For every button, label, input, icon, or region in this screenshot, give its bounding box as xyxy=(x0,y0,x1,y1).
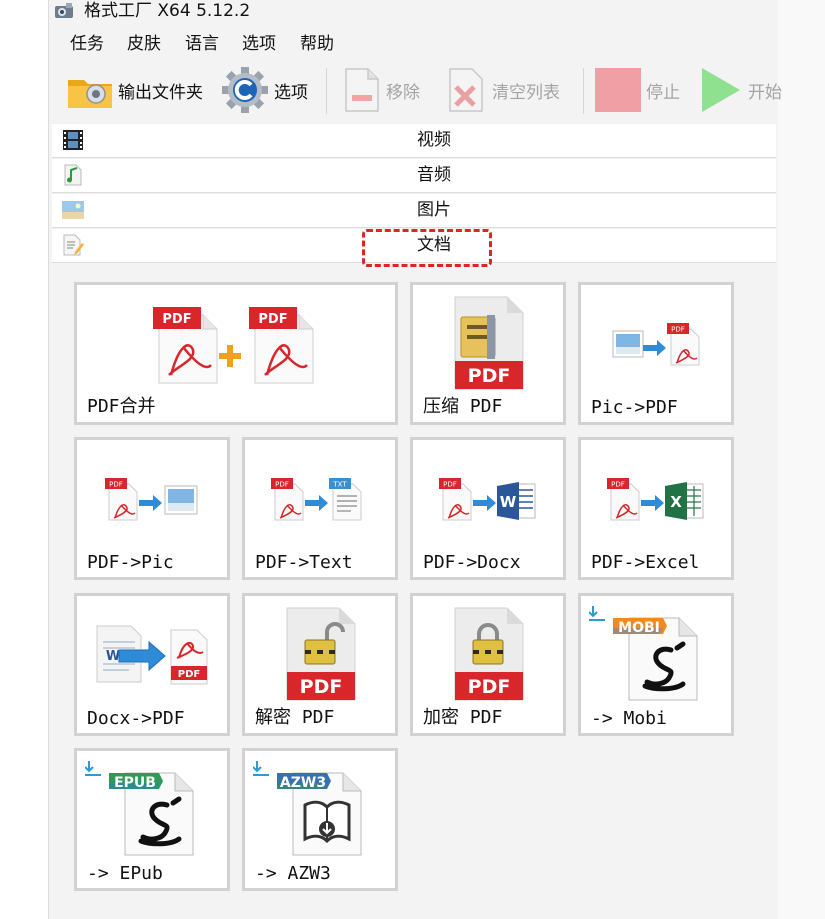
tile-pdf-to-excel[interactable]: PDF X PDF->Excel xyxy=(578,437,734,580)
tile-compress-pdf-label: 压缩 PDF xyxy=(423,396,503,417)
category-audio[interactable]: 音频 xyxy=(52,158,776,193)
background-pane xyxy=(778,0,825,919)
stop-button[interactable]: 停止 xyxy=(594,62,680,118)
options-button[interactable]: 选项 xyxy=(220,62,308,118)
pdf-badge-text: PDF xyxy=(671,326,685,334)
pdf-to-excel-icon: PDF X xyxy=(607,478,704,521)
azw3-badge-text: AZW3 xyxy=(280,775,326,791)
remove-label: 移除 xyxy=(386,82,420,103)
folder-icon xyxy=(68,80,112,108)
tile-pdf-to-pic-label: PDF->Pic xyxy=(87,552,174,573)
category-audio-label: 音频 xyxy=(417,165,451,185)
tile-to-epub-label: -> EPub xyxy=(87,863,163,884)
tile-compress-pdf[interactable]: PDF 压缩 PDF xyxy=(410,282,566,425)
start-play-icon xyxy=(702,68,740,112)
pic-to-pdf-icon: PDF xyxy=(612,323,700,366)
pdf-badge-text: PDF xyxy=(258,312,287,327)
mobi-badge-text: MOBI xyxy=(618,620,660,636)
category-image[interactable]: 图片 xyxy=(52,193,776,228)
epub-ebook-icon: EPUB xyxy=(85,761,194,856)
tile-to-mobi-label: -> Mobi xyxy=(591,708,667,729)
pdf-label-text: PDF xyxy=(468,676,511,698)
menu-task[interactable]: 任务 xyxy=(70,30,104,58)
excel-letter: X xyxy=(670,493,682,511)
tile-decrypt-pdf[interactable]: PDF 解密 PDF xyxy=(242,593,398,736)
toolbar: 输出文件夹 选项 移除 清空列表 停止 开始 xyxy=(48,62,782,118)
menu-skin[interactable]: 皮肤 xyxy=(127,30,161,58)
pdf-badge-text: PDF xyxy=(109,481,123,489)
tile-pdf-to-text[interactable]: PDF TXT PDF->Text xyxy=(242,437,398,580)
clear-list-label: 清空列表 xyxy=(492,82,560,103)
tile-pdf-to-docx-label: PDF->Docx xyxy=(423,552,521,573)
tile-pic-to-pdf[interactable]: PDF Pic->PDF xyxy=(578,282,734,425)
pdf-badge-text: PDF xyxy=(443,481,457,489)
pdf-label-text: PDF xyxy=(300,676,343,698)
tile-encrypt-pdf[interactable]: PDF 加密 PDF xyxy=(410,593,566,736)
output-folder-label: 输出文件夹 xyxy=(118,82,203,103)
tile-pdf-merge[interactable]: PDF PDF PDF合并 xyxy=(74,282,398,425)
category-image-label: 图片 xyxy=(417,200,451,220)
stop-label: 停止 xyxy=(646,82,680,103)
remove-doc-icon xyxy=(345,68,379,112)
tile-pdf-to-docx[interactable]: PDF W PDF->Docx xyxy=(410,437,566,580)
start-button[interactable]: 开始 xyxy=(698,62,782,118)
pdf-badge-text: PDF xyxy=(611,481,625,489)
remove-button[interactable]: 移除 xyxy=(342,62,420,118)
output-folder-button[interactable]: 输出文件夹 xyxy=(66,62,203,118)
tile-pdf-to-excel-label: PDF->Excel xyxy=(591,552,700,573)
pdf-to-text-icon: PDF TXT xyxy=(271,478,362,521)
azw3-ebook-icon: AZW3 xyxy=(253,761,362,856)
pdf-badge-text: PDF xyxy=(162,312,191,327)
window-title: 格式工厂 X64 5.12.2 xyxy=(84,1,251,21)
category-video[interactable]: 视频 xyxy=(52,123,776,158)
category-document-label: 文档 xyxy=(417,235,451,255)
clear-list-icon xyxy=(449,68,483,112)
tile-to-azw3[interactable]: AZW3 -> AZW3 xyxy=(242,748,398,891)
title-bar: 格式工厂 X64 5.12.2 xyxy=(48,0,778,24)
pdf-label-text: PDF xyxy=(178,669,200,680)
tile-docx-to-pdf-label: Docx->PDF xyxy=(87,708,185,729)
mobi-ebook-icon: MOBI xyxy=(589,606,698,701)
decrypt-pdf-icon: PDF xyxy=(286,607,356,701)
menu-options[interactable]: 选项 xyxy=(242,30,276,58)
word-letter: W xyxy=(500,493,517,511)
category-document[interactable]: 文档 xyxy=(52,228,776,263)
tile-to-azw3-label: -> AZW3 xyxy=(255,863,331,884)
menu-language[interactable]: 语言 xyxy=(185,30,219,58)
tile-pdf-to-pic[interactable]: PDF PDF->Pic xyxy=(74,437,230,580)
options-gear-icon xyxy=(222,67,268,113)
tile-pic-to-pdf-label: Pic->PDF xyxy=(591,397,678,418)
toolbar-separator xyxy=(583,68,584,114)
tile-to-mobi[interactable]: MOBI -> Mobi xyxy=(578,593,734,736)
compress-pdf-icon: PDF xyxy=(454,296,524,390)
pdf-merge-icon: PDF PDF xyxy=(153,307,314,384)
tile-encrypt-pdf-label: 加密 PDF xyxy=(423,707,503,728)
tile-to-epub[interactable]: EPUB -> EPub xyxy=(74,748,230,891)
pdf-label-text: PDF xyxy=(468,365,511,387)
tile-pdf-to-text-label: PDF->Text xyxy=(255,552,353,573)
pdf-to-pic-icon: PDF xyxy=(105,478,198,521)
tile-decrypt-pdf-label: 解密 PDF xyxy=(255,707,335,728)
pdf-to-docx-icon: PDF W xyxy=(439,478,536,521)
tile-pdf-merge-label: PDF合并 xyxy=(87,396,156,417)
options-label: 选项 xyxy=(274,82,308,103)
encrypt-pdf-icon: PDF xyxy=(454,607,524,701)
app-icon xyxy=(55,3,73,18)
stop-icon xyxy=(595,68,641,112)
tile-docx-to-pdf[interactable]: W PDF Docx->PDF xyxy=(74,593,230,736)
menu-bar: 任务 皮肤 语言 选项 帮助 xyxy=(48,30,778,58)
menu-help[interactable]: 帮助 xyxy=(300,30,334,58)
docx-to-pdf-icon: W PDF xyxy=(96,625,208,685)
start-label: 开始 xyxy=(748,82,782,103)
category-list: 视频 音频 图片 文档 xyxy=(52,123,776,263)
epub-badge-text: EPUB xyxy=(114,775,156,791)
pdf-badge-text: PDF xyxy=(275,481,289,489)
category-video-label: 视频 xyxy=(417,130,451,150)
txt-badge-text: TXT xyxy=(332,481,347,489)
toolbar-separator xyxy=(326,68,327,114)
word-letter: W xyxy=(106,649,120,664)
clear-list-button[interactable]: 清空列表 xyxy=(444,62,560,118)
